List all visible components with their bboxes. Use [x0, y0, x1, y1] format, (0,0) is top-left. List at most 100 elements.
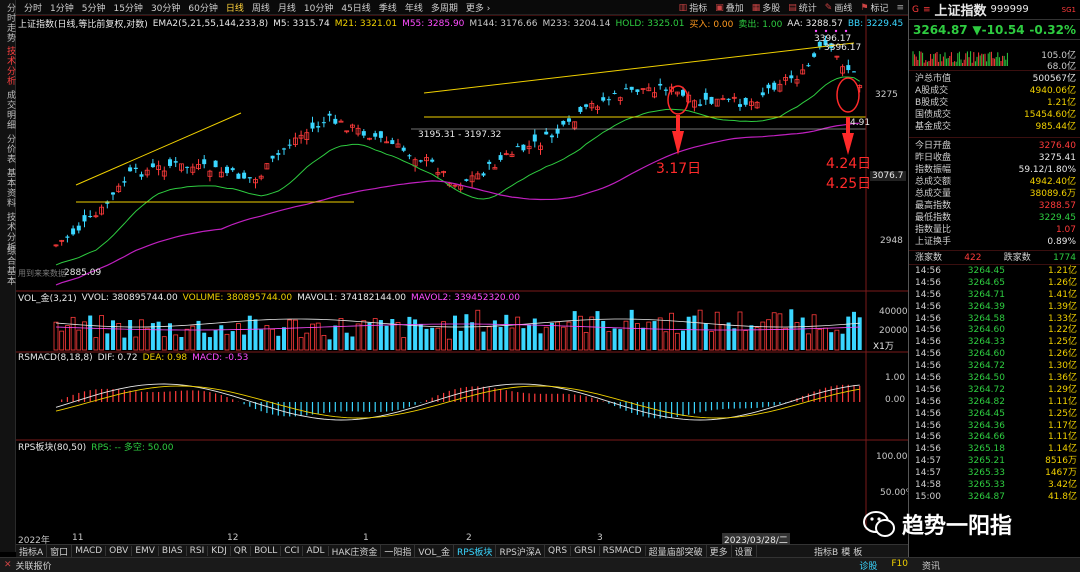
volume-bar	[464, 314, 469, 350]
f10-button[interactable]: F10	[891, 559, 908, 572]
period-tab[interactable]: 多周期	[427, 1, 462, 14]
tick-time: 14:56	[915, 420, 941, 431]
tick-time: 14:58	[915, 480, 941, 491]
tick-time: 14:56	[915, 432, 941, 443]
indicator-tab[interactable]: 指标A	[16, 544, 48, 558]
candle-body	[760, 92, 765, 96]
volume-bar	[224, 333, 230, 351]
quote-row: 基金成交 985.44亿	[909, 121, 1080, 133]
indicator-tab[interactable]: QRS	[545, 546, 572, 556]
candle-body	[658, 83, 663, 86]
period-tab[interactable]: 5分钟	[78, 1, 110, 14]
candle-body	[327, 113, 332, 116]
indicator-tab[interactable]: RPS板块	[454, 544, 497, 558]
candle-body	[361, 131, 366, 136]
tick-price: 3264.72	[967, 361, 1005, 372]
indicator-tab[interactable]: 设置	[732, 544, 757, 558]
more-icon[interactable]: ≡	[923, 5, 931, 15]
volume-bar	[823, 327, 828, 351]
tick-price: 3264.39	[967, 301, 1005, 312]
tick-list[interactable]: 14:56 3264.45 1.21亿 14:56 3264.65 1.26亿 14:56 3…	[909, 264, 1080, 503]
period-tab[interactable]: 45日线	[337, 1, 374, 14]
tick-price: 3264.82	[967, 396, 1005, 407]
indicator-tab[interactable]: RSMACD	[600, 546, 646, 556]
volume-bar	[327, 339, 332, 350]
period-tab[interactable]: 30分钟	[147, 1, 184, 14]
indicator-tab[interactable]: RPS沪深A	[496, 544, 545, 558]
period-tab[interactable]: 15分钟	[109, 1, 146, 14]
nav-tab-price-table[interactable]: 分价表	[1, 134, 15, 164]
nav-tab-composite[interactable]: 综合基本	[1, 246, 15, 286]
tick-price: 3265.33	[967, 480, 1005, 491]
indicator-tab[interactable]: CCI	[281, 546, 304, 556]
period-tab-daily[interactable]: 日线	[222, 1, 248, 14]
indicator-tab[interactable]: 窗口	[47, 544, 73, 558]
indicator-tab[interactable]: QR	[231, 546, 252, 556]
kline-chart[interactable]	[16, 15, 908, 545]
tick-volume: 1.36亿	[1047, 373, 1077, 384]
candle-body	[65, 236, 70, 238]
quote-value: 985.44亿	[1035, 122, 1077, 132]
candle-body	[213, 160, 218, 168]
volume-bar	[105, 333, 110, 350]
indicator-tab[interactable]: BIAS	[159, 546, 187, 556]
indicator-tab[interactable]: OBV	[106, 546, 133, 556]
multi-icon: ▦	[751, 2, 761, 13]
overlay-button[interactable]: ▣ 叠加	[711, 1, 748, 15]
nav-tab-timeshare[interactable]: 分时走势	[1, 3, 15, 43]
candle-body	[806, 65, 811, 67]
tick-time: 14:56	[915, 277, 941, 288]
period-tab[interactable]: 1分钟	[46, 1, 78, 14]
tick-volume: 41.8亿	[1047, 491, 1077, 502]
indicator-tab[interactable]: GRSI	[571, 546, 600, 556]
indicator-tab[interactable]: HAK庄资金	[329, 544, 382, 558]
news-button[interactable]: 资讯	[922, 559, 940, 572]
volume-bar	[179, 337, 184, 350]
close-icon[interactable]: ✕	[0, 560, 16, 570]
period-tab[interactable]: 年线	[401, 1, 427, 14]
period-tab[interactable]: 60分钟	[184, 1, 221, 14]
indicator-button[interactable]: ▥ 指标	[675, 1, 712, 15]
indicator-tab[interactable]: ADL	[303, 546, 329, 556]
status-related-quote[interactable]: 关联报价	[16, 559, 52, 572]
quote-key: 总成交额	[915, 177, 952, 187]
period-tab[interactable]: 分时	[20, 1, 46, 14]
tick-time: 14:57	[915, 468, 941, 479]
tick-volume: 1.21亿	[1047, 266, 1077, 276]
period-tab[interactable]: 月线	[274, 1, 300, 14]
nav-tab-trade-detail[interactable]: 成交明细	[1, 90, 15, 130]
indicator-tab[interactable]: 一阳指	[381, 544, 416, 558]
candle-body	[852, 71, 856, 73]
candle-body	[287, 144, 292, 146]
indicator-tab[interactable]: KDJ	[208, 546, 231, 556]
indicator-tab[interactable]: MACD	[72, 546, 107, 556]
vol-axis-label: 20000	[879, 326, 908, 336]
indicator-tab[interactable]: 更多	[707, 544, 732, 558]
indicator-tab[interactable]: BOLL	[251, 546, 282, 556]
indicator-tab[interactable]: EMV	[132, 546, 159, 556]
period-tab-more[interactable]: 更多 ›	[462, 1, 494, 14]
indicator-tab[interactable]: VOL_金	[415, 544, 455, 558]
diagnose-button[interactable]: 诊股	[859, 559, 877, 572]
multi-stock-button[interactable]: ▦ 多股	[748, 1, 785, 15]
nav-tab-basic-info[interactable]: 基本资料	[1, 168, 15, 208]
indicator-tab[interactable]: RSI	[187, 546, 209, 556]
price-axis-label: 3076.7	[870, 171, 906, 181]
draw-line-button[interactable]: ✎ 画线	[821, 1, 857, 15]
nav-tab-tech-analysis[interactable]: 技术分析	[1, 46, 15, 86]
period-tab[interactable]: 10分钟	[300, 1, 337, 14]
candle-body	[390, 140, 395, 145]
period-tab[interactable]: 周线	[248, 1, 274, 14]
tick-time: 14:56	[915, 337, 941, 348]
period-tab[interactable]: 季线	[375, 1, 401, 14]
volume-bar	[504, 314, 509, 350]
candle-body	[276, 153, 281, 155]
mark-button[interactable]: ⚑ 标记	[856, 1, 892, 15]
more-menu-icon[interactable]: ≡	[892, 3, 908, 13]
stats-button[interactable]: ▤ 统计	[784, 1, 821, 15]
watermark-text: 趋势一阳指	[902, 514, 1013, 539]
indicator-tab[interactable]: 超量庙部突破	[646, 544, 707, 558]
volume-bar	[161, 336, 167, 351]
quote-value: 38089.6万	[1029, 189, 1076, 199]
candle-body	[766, 84, 771, 89]
